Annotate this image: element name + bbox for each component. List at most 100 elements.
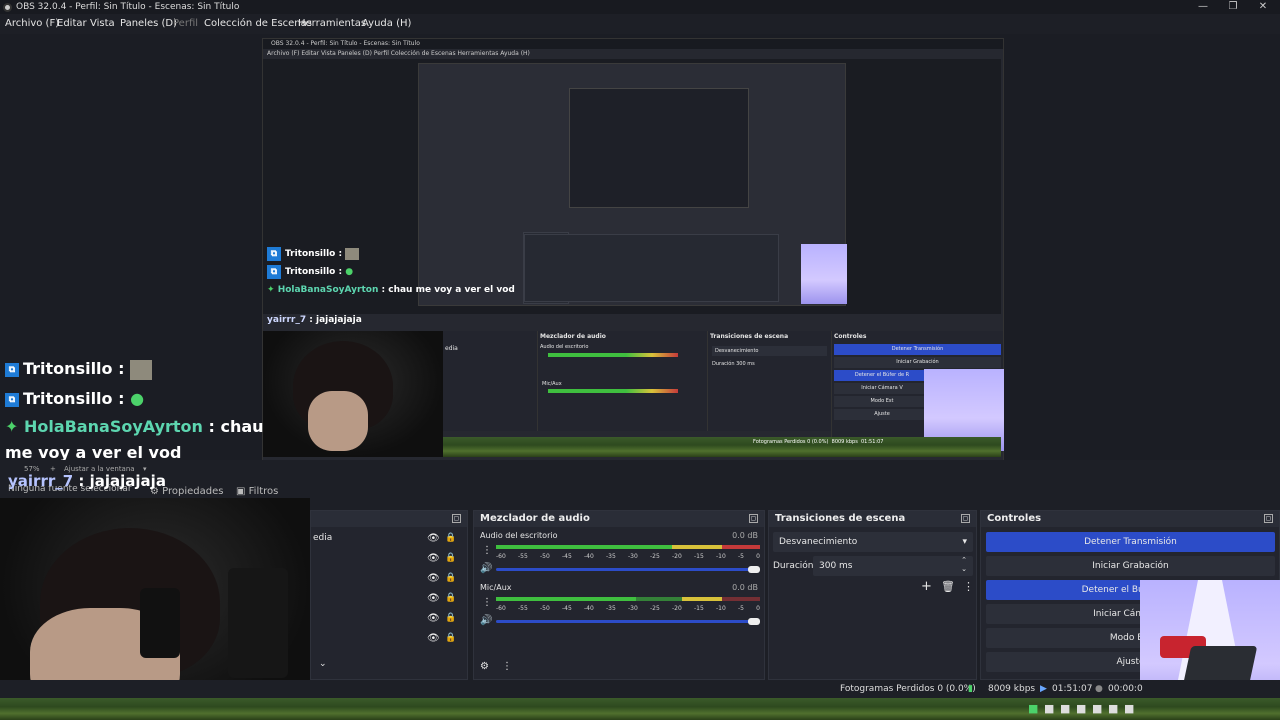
nested-mini-docks <box>524 234 779 302</box>
tray-icon[interactable]: ■ <box>1076 702 1086 715</box>
kebab-menu-icon[interactable]: ⋮ <box>482 597 492 608</box>
volume-slider-knob[interactable] <box>748 618 760 625</box>
speaker-icon[interactable]: 🔊 <box>480 615 492 626</box>
tray-icon[interactable]: ■ <box>1028 702 1038 715</box>
menu-vista[interactable]: Vista <box>90 14 115 34</box>
volume-meter-level <box>496 545 672 549</box>
controls-header: Controles ▢ <box>981 511 1279 527</box>
chat-username: Tritonsillo <box>23 359 113 378</box>
nested-duration-label: Duración <box>712 361 735 367</box>
tick: -20 <box>672 553 682 560</box>
nested-menu-bar: Archivo (F) Editar Vista Paneles (D) Per… <box>267 50 530 57</box>
minimize-button[interactable]: — <box>1188 0 1218 14</box>
tray-icon[interactable]: ■ <box>1108 702 1118 715</box>
sources-dock-header: ▢ <box>311 511 467 527</box>
tick: -25 <box>650 605 660 612</box>
volume-slider[interactable] <box>496 568 752 571</box>
nested-transitions-dock: Transiciones de escena Desvanecimiento D… <box>707 331 831 431</box>
tick: -50 <box>540 605 550 612</box>
menu-herramientas[interactable]: Herramientas <box>298 14 366 34</box>
kebab-menu-icon[interactable]: ⋮ <box>482 545 492 556</box>
green-emote-icon: ● <box>345 267 354 277</box>
kebab-menu-icon[interactable]: ⋮ <box>502 661 512 672</box>
lock-icon[interactable]: 🔒 <box>445 633 456 643</box>
nested-studio-mode: Modo Est <box>834 396 930 407</box>
float-dock-icon[interactable]: ▢ <box>452 514 461 523</box>
stop-stream-button[interactable]: Detener Transmisión <box>986 532 1275 552</box>
lock-icon[interactable]: 🔒 <box>445 593 456 603</box>
prime-icon: ⧉ <box>5 362 19 377</box>
speaker-icon[interactable]: 🔊 <box>480 563 492 574</box>
tick: -50 <box>540 553 550 560</box>
lock-icon[interactable]: 🔒 <box>445 573 456 583</box>
add-icon[interactable]: + <box>921 579 932 594</box>
tray-icon[interactable]: ■ <box>1092 702 1102 715</box>
source-item-label[interactable]: edia <box>313 533 332 543</box>
lock-icon[interactable]: 🔒 <box>445 553 456 563</box>
chat-username: Tritonsillo <box>23 389 113 408</box>
menu-editar[interactable]: Editar <box>57 14 87 34</box>
float-dock-icon[interactable]: ▢ <box>961 514 970 523</box>
eye-icon[interactable]: 👁 <box>427 533 440 544</box>
tick: -20 <box>672 605 682 612</box>
title-bar: OBS 32.0.4 - Perfil: Sin Título - Escena… <box>0 0 1280 14</box>
chat-username: yairrr_7 <box>8 472 74 490</box>
eye-icon[interactable]: 👁 <box>427 573 440 584</box>
tick: -15 <box>694 553 704 560</box>
close-button[interactable]: ✕ <box>1248 0 1278 14</box>
transitions-title: Transiciones de escena <box>775 513 906 524</box>
eye-icon[interactable]: 👁 <box>427 553 440 564</box>
chat-message-last: yairrr_7 : jajajajaja <box>8 472 166 490</box>
tray-icon[interactable]: ■ <box>1060 702 1070 715</box>
tray-icon[interactable]: ■ <box>1124 702 1134 715</box>
sources-dock: ▢ edia 👁 🔒 👁 🔒 👁 🔒 👁 🔒 👁 🔒 👁 🔒 ⌄ <box>310 510 468 680</box>
volume-meter-red <box>722 597 760 601</box>
tray-icon[interactable]: ■ <box>1044 702 1054 715</box>
menu-perfil[interactable]: Perfil <box>173 14 198 34</box>
nested-window-title: OBS 32.0.4 - Perfil: Sin Título - Escena… <box>263 39 1003 49</box>
tick: -5 <box>738 605 744 612</box>
headset-cup <box>140 588 180 658</box>
transition-select[interactable]: Desvanecimiento ▾ <box>773 532 973 552</box>
volume-slider[interactable] <box>496 620 752 623</box>
float-dock-icon[interactable]: ▢ <box>749 514 758 523</box>
volume-slider-knob[interactable] <box>748 566 760 573</box>
menu-ayuda[interactable]: Ayuda (H) <box>362 14 411 34</box>
duration-input[interactable]: 300 ms ⌃ ⌄ <box>813 556 973 576</box>
float-dock-icon[interactable]: ▢ <box>1264 514 1273 523</box>
eye-icon[interactable]: 👁 <box>427 633 440 644</box>
transitions-header: Transiciones de escena ▢ <box>769 511 976 527</box>
nested-mixer-title: Mezclador de audio <box>540 333 606 340</box>
nested-obs-window-3 <box>569 88 749 208</box>
eye-icon[interactable]: 👁 <box>427 613 440 624</box>
eye-icon[interactable]: 👁 <box>427 593 440 604</box>
audio-mixer-dock: Mezclador de audio ▢ Audio del escritorio… <box>473 510 765 680</box>
kebab-menu-icon[interactable]: ⋮ <box>963 580 974 593</box>
trash-icon[interactable]: 🗑 <box>941 580 955 593</box>
nested-transitions-title: Transiciones de escena <box>710 333 789 340</box>
nested-stop-stream: Detener Transmisión <box>834 344 1001 355</box>
nested-status-kbps: 8009 kbps <box>831 439 858 445</box>
chevron-down-icon: ▾ <box>962 537 967 547</box>
spin-arrows-icon[interactable]: ⌃ ⌄ <box>961 556 967 574</box>
prime-icon: ⧉ <box>5 392 19 407</box>
lock-icon[interactable]: 🔒 <box>445 613 456 623</box>
menu-paneles[interactable]: Paneles (D) <box>120 14 177 34</box>
program-preview[interactable]: OBS 32.0.4 - Perfil: Sin Título - Escena… <box>0 34 1280 460</box>
tick: -30 <box>628 605 638 612</box>
nested-chat-last: yairrr_7 : jajajajaja <box>267 315 362 325</box>
nested-controls-title: Controles <box>834 333 867 340</box>
prime-icon: ⧉ <box>267 264 281 279</box>
tick: -10 <box>716 605 726 612</box>
gear-icon[interactable]: ⚙ <box>480 661 489 672</box>
start-recording-button[interactable]: Iniciar Grabación <box>986 556 1275 576</box>
menu-coleccion-escenas[interactable]: Colección de Escenas <box>204 14 312 34</box>
face-shape <box>308 391 368 451</box>
record-icon: ● <box>1095 684 1103 694</box>
lock-icon[interactable]: 🔒 <box>445 533 456 543</box>
chat-text: : jajajajaja <box>309 315 362 325</box>
menu-archivo[interactable]: Archivo (F) <box>5 14 59 34</box>
nested-chat-overlay: ⧉ Tritonsillo : ⧉ Tritonsillo : ● ✦ HolaBa… <box>267 245 532 299</box>
chevron-down-icon[interactable]: ⌄ <box>319 659 327 669</box>
restore-button[interactable]: ❐ <box>1218 0 1248 14</box>
